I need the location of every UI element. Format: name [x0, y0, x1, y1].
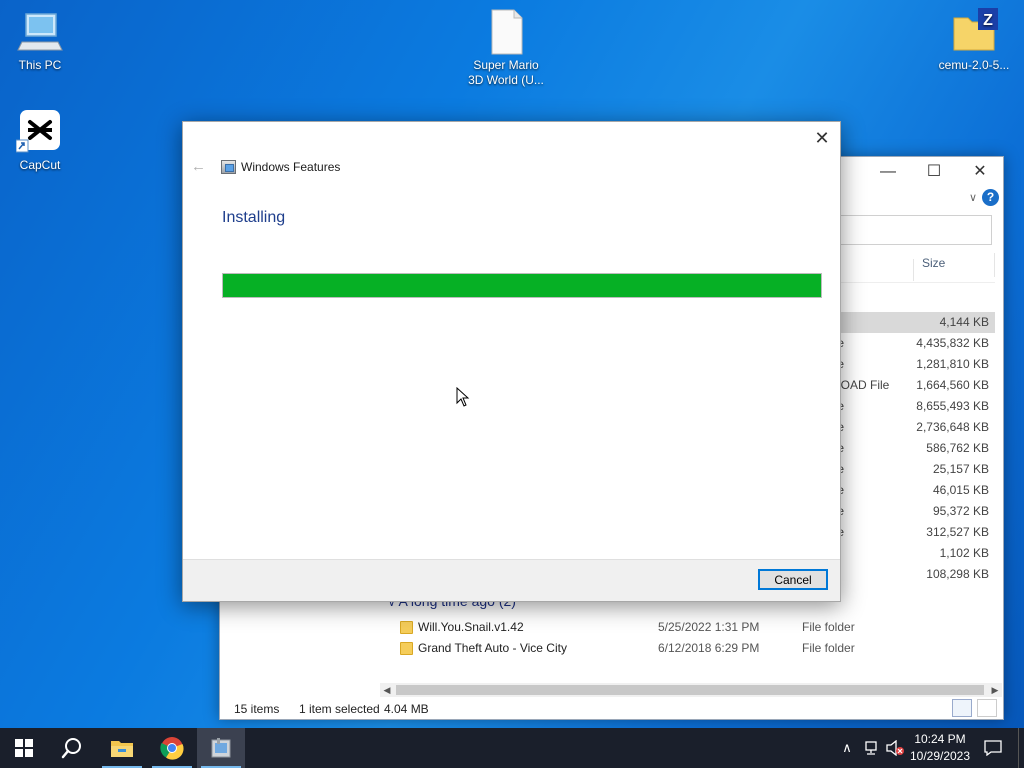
file-size: 8,655,493 KB: [916, 399, 989, 413]
horizontal-scrollbar[interactable]: ◀ ▶: [380, 683, 1002, 697]
folder-type: File folder: [802, 620, 855, 634]
file-size: 108,298 KB: [926, 567, 989, 581]
file-size: 4,144 KB: [939, 315, 989, 329]
show-desktop-button[interactable]: [1018, 728, 1024, 768]
taskbar-file-explorer[interactable]: [98, 728, 146, 768]
folder-icon: [400, 621, 413, 634]
close-icon[interactable]: ✕: [810, 126, 834, 150]
folder-name: Will.You.Snail.v1.42: [418, 620, 524, 634]
desktop-icon-label: cemu-2.0-5...: [938, 58, 1010, 72]
progress-fill: [223, 274, 821, 297]
desktop-icon-label-line2: 3D World (U...: [468, 73, 544, 87]
chrome-icon: [160, 737, 184, 760]
close-button[interactable]: ✕: [957, 157, 1003, 187]
scroll-left-icon[interactable]: ◀: [380, 683, 394, 697]
desktop-icon-label: CapCut: [19, 158, 61, 172]
folder-type: File folder: [802, 641, 855, 655]
file-size: 25,157 KB: [932, 462, 989, 476]
folder-row[interactable]: Grand Theft Auto - Vice City 6/12/2018 6…: [396, 638, 996, 659]
minimize-button[interactable]: —: [865, 157, 911, 187]
status-bar: 15 items 1 item selected 4.04 MB: [220, 698, 1003, 720]
svg-text:Z: Z: [983, 12, 993, 29]
scroll-thumb[interactable]: [396, 685, 984, 695]
taskbar: ∧ 10:24 PM 10/29/2023: [0, 728, 1024, 768]
windows-features-icon: [221, 160, 236, 174]
file-size: 2,736,648 KB: [916, 420, 989, 434]
clock-date: 10/29/2023: [909, 749, 971, 763]
network-icon: [865, 741, 877, 755]
capcut-icon: [15, 108, 64, 156]
details-view-icon[interactable]: [951, 699, 972, 717]
notification-icon: [984, 740, 1002, 757]
folder-icon: [400, 642, 413, 655]
desktop-icon-label: This PC: [18, 58, 62, 72]
folder-date: 6/12/2018 6:29 PM: [658, 641, 760, 655]
view-switcher: [950, 699, 997, 720]
file-explorer-icon: [111, 741, 133, 757]
cancel-button[interactable]: Cancel: [758, 569, 828, 590]
file-icon: [482, 8, 530, 56]
file-size: 312,527 KB: [926, 525, 989, 539]
dialog-footer: Cancel: [183, 559, 840, 601]
show-hidden-icons-button[interactable]: ∧: [838, 728, 856, 768]
dialog-heading: Installing: [222, 209, 286, 226]
folder-name: Grand Theft Auto - Vice City: [418, 641, 567, 655]
file-size: 1,102 KB: [939, 546, 989, 560]
status-item-count: 15 items: [234, 702, 280, 716]
taskbar-clock[interactable]: 10:24 PM 10/29/2023: [900, 731, 980, 765]
column-header-size[interactable]: Size: [913, 257, 945, 281]
search-button[interactable]: [48, 728, 96, 768]
help-icon[interactable]: ?: [982, 189, 999, 206]
chevron-up-icon: ∧: [842, 740, 852, 755]
dialog-title: Windows Features: [241, 160, 341, 174]
folder-row[interactable]: Will.You.Snail.v1.42 5/25/2022 1:31 PM F…: [396, 617, 996, 638]
folder-list: Will.You.Snail.v1.42 5/25/2022 1:31 PM F…: [396, 617, 996, 659]
zip-folder-icon: Z: [950, 8, 998, 56]
file-size: 95,372 KB: [932, 504, 989, 518]
file-size: 586,762 KB: [926, 441, 989, 455]
file-size: 1,281,810 KB: [916, 357, 989, 371]
file-size: 4,435,832 KB: [916, 336, 989, 350]
scroll-right-icon[interactable]: ▶: [988, 683, 1002, 697]
expand-ribbon-icon[interactable]: ∨: [969, 191, 977, 204]
status-selection: 1 item selected: [299, 702, 380, 716]
network-button[interactable]: [860, 728, 882, 768]
taskbar-chrome[interactable]: [148, 728, 196, 768]
file-size: 46,015 KB: [932, 483, 989, 497]
action-center-button[interactable]: [978, 728, 1008, 768]
start-button[interactable]: [0, 728, 48, 768]
clock-time: 10:24 PM: [914, 732, 966, 746]
desktop-icon-cemu[interactable]: Z cemu-2.0-5...: [934, 8, 1014, 73]
mouse-cursor-icon: [456, 387, 470, 407]
column-separator: [994, 253, 995, 277]
install-progress-bar: [222, 273, 822, 298]
maximize-button[interactable]: ☐: [911, 157, 957, 187]
search-icon: [61, 738, 81, 759]
back-arrow-icon[interactable]: ←: [191, 158, 206, 175]
folder-date: 5/25/2022 1:31 PM: [658, 620, 760, 634]
status-size: 4.04 MB: [384, 702, 429, 716]
computer-icon: [16, 8, 64, 56]
windows-features-icon: [211, 738, 231, 758]
desktop-icon-this-pc[interactable]: This PC: [0, 8, 80, 73]
large-icons-view-icon[interactable]: [977, 699, 997, 717]
desktop-icon-super-mario[interactable]: Super Mario 3D World (U...: [466, 8, 546, 88]
file-size: 1,664,560 KB: [916, 378, 989, 392]
search-input[interactable]: [840, 215, 992, 245]
taskbar-windows-features[interactable]: [197, 728, 245, 768]
start-icon: [15, 739, 33, 757]
windows-features-dialog[interactable]: ✕ ← Windows Features Installing Cancel: [182, 121, 841, 602]
desktop-icon-label-line1: Super Mario: [473, 58, 539, 72]
desktop-icon-capcut[interactable]: CapCut: [0, 108, 80, 173]
